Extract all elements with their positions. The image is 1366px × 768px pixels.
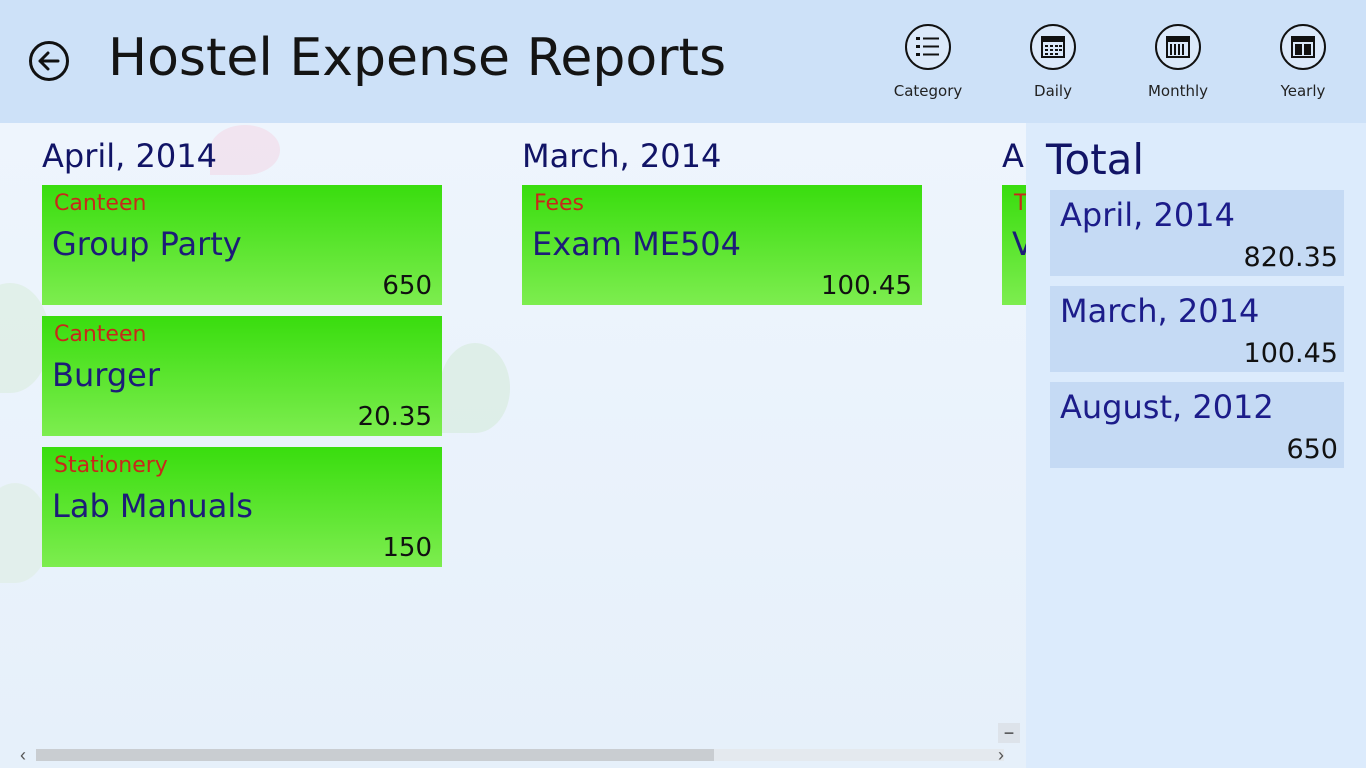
minus-icon: − xyxy=(1003,723,1015,743)
expense-name: Lab Manuals xyxy=(52,487,253,525)
app-header: Hostel Expense Reports Category Daily Mo… xyxy=(0,0,1366,123)
group-heading[interactable]: A xyxy=(1002,137,1024,175)
butterfly-decoration xyxy=(440,343,510,433)
scroll-right-icon[interactable]: › xyxy=(992,745,1010,765)
total-month: August, 2012 xyxy=(1060,388,1274,426)
expense-amount: 650 xyxy=(382,271,432,301)
expense-tile[interactable]: Stationery Lab Manuals 150 xyxy=(42,447,442,567)
expense-tile[interactable]: Canteen Burger 20.35 xyxy=(42,316,442,436)
expense-amount: 20.35 xyxy=(357,402,432,432)
totals-title: Total xyxy=(1046,135,1145,184)
back-button[interactable] xyxy=(29,41,69,81)
total-amount: 100.45 xyxy=(1243,338,1338,369)
calendar-day-icon xyxy=(1041,36,1065,58)
group-heading[interactable]: March, 2014 xyxy=(522,137,721,175)
yearly-label: Yearly xyxy=(1280,82,1326,100)
total-month: April, 2014 xyxy=(1060,196,1235,234)
calendar-year-icon xyxy=(1291,36,1315,58)
back-arrow-icon xyxy=(38,51,60,71)
expense-tile[interactable]: T V xyxy=(1002,185,1026,305)
expense-category: Stationery xyxy=(54,453,168,478)
total-amount: 650 xyxy=(1286,434,1338,465)
horizontal-scrollbar[interactable]: ‹ › xyxy=(12,745,1024,765)
calendar-month-icon xyxy=(1166,36,1190,58)
monthly-button[interactable]: Monthly xyxy=(1128,24,1228,104)
expense-category: Fees xyxy=(534,191,584,216)
expense-name: Burger xyxy=(52,356,160,394)
expense-name: Exam ME504 xyxy=(532,225,742,263)
page-title: Hostel Expense Reports xyxy=(108,28,727,88)
expense-amount: 100.45 xyxy=(821,271,912,301)
scroll-thumb[interactable] xyxy=(36,749,714,761)
group-heading[interactable]: April, 2014 xyxy=(42,137,217,175)
scroll-left-icon[interactable]: ‹ xyxy=(14,745,32,765)
list-icon xyxy=(916,37,939,56)
total-card[interactable]: April, 2014 820.35 xyxy=(1050,190,1344,276)
expense-category: Canteen xyxy=(54,191,147,216)
expense-tile[interactable]: Canteen Group Party 650 xyxy=(42,185,442,305)
expense-category: T xyxy=(1014,191,1026,216)
total-card[interactable]: August, 2012 650 xyxy=(1050,382,1344,468)
daily-label: Daily xyxy=(1034,82,1072,100)
expense-tile[interactable]: Fees Exam ME504 100.45 xyxy=(522,185,922,305)
daily-button[interactable]: Daily xyxy=(1003,24,1103,104)
butterfly-decoration xyxy=(210,125,280,175)
category-label: Category xyxy=(893,82,963,100)
totals-panel: Total April, 2014 820.35 March, 2014 100… xyxy=(1026,123,1366,768)
total-amount: 820.35 xyxy=(1243,242,1338,273)
expense-amount: 150 xyxy=(382,533,432,563)
monthly-label: Monthly xyxy=(1147,82,1209,100)
expense-category: Canteen xyxy=(54,322,147,347)
total-month: March, 2014 xyxy=(1060,292,1260,330)
total-card[interactable]: March, 2014 100.45 xyxy=(1050,286,1344,372)
expense-name: Group Party xyxy=(52,225,242,263)
expense-name: V xyxy=(1012,225,1026,263)
expense-groups-area[interactable]: April, 2014 Canteen Group Party 650 Cant… xyxy=(0,123,1026,768)
yearly-button[interactable]: Yearly xyxy=(1253,24,1353,104)
semantic-zoom-button[interactable]: − xyxy=(998,723,1020,743)
category-button[interactable]: Category xyxy=(878,24,978,104)
